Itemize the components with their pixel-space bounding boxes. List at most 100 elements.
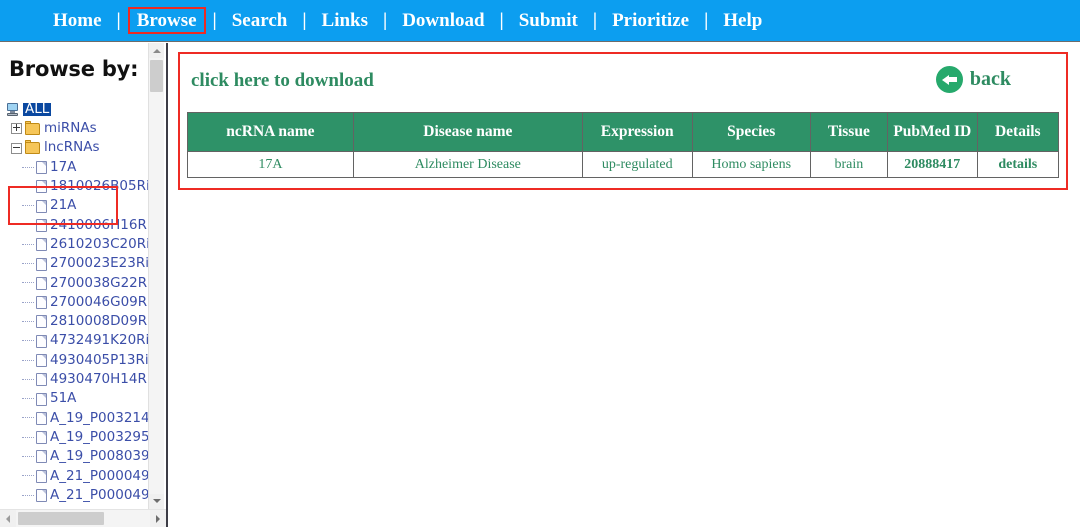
- main-navigation-bar: Home | Browse | Search | Links | Download | Submit…: [0, 0, 1080, 42]
- folder-icon: [25, 120, 40, 135]
- tree-item-51a[interactable]: 51A: [0, 389, 150, 408]
- vertical-scroll-thumb[interactable]: [150, 60, 163, 92]
- tree-connector-line: [22, 455, 34, 458]
- file-icon: [36, 392, 47, 406]
- results-table: ncRNA name Disease name Expression Species T…: [187, 112, 1060, 178]
- tree-connector-line: [22, 398, 34, 400]
- tree-connector-line: [22, 436, 34, 439]
- tree-connector-line: [22, 494, 34, 497]
- tree-item-label: 2700038G22Rik: [50, 274, 150, 291]
- nav-item-links[interactable]: Links: [313, 8, 377, 33]
- file-icon: [36, 373, 47, 387]
- file-icon: [36, 411, 47, 425]
- sidebar-horizontal-scrollbar[interactable]: [0, 509, 166, 527]
- download-link[interactable]: click here to download: [191, 70, 374, 92]
- tree-item-label: A_21_P0000497: [50, 486, 150, 503]
- nav-item-download[interactable]: Download: [393, 8, 493, 33]
- result-panel: click here to download back ncRNA name Di…: [178, 52, 1068, 190]
- table-body: 17A Alzheimer Disease up-regulated Homo sap…: [187, 151, 1060, 178]
- tree-connector-line: [22, 301, 34, 304]
- tree-item-label: 2810008D09Rik: [50, 313, 150, 330]
- page-title: Browse by:: [9, 57, 139, 81]
- file-icon: [36, 257, 47, 271]
- tree-item-a_19_p00803960[interactable]: A_19_P00803960: [0, 447, 150, 466]
- tree-item-label: 4930405P13Rik: [50, 351, 150, 368]
- tree-item-1810026b05rik[interactable]: 1810026B05Rik: [0, 177, 150, 196]
- tree-connector-line: [22, 320, 34, 323]
- file-icon: [36, 238, 47, 252]
- file-icon: [36, 161, 47, 175]
- tree-connector-line: [22, 205, 34, 207]
- tree-item-21a[interactable]: 21A: [0, 196, 150, 215]
- file-icon: [36, 296, 47, 310]
- tree-item-17a[interactable]: 17A: [0, 158, 150, 177]
- back-button[interactable]: back: [935, 66, 1011, 93]
- cell-pubmed-id[interactable]: 20888417: [887, 151, 978, 178]
- cell-ncrna-name: 17A: [187, 151, 354, 178]
- main-content-area: click here to download back ncRNA name Di…: [170, 43, 1080, 527]
- tree-item-mirnas[interactable]: miRNAs: [0, 119, 150, 138]
- tree-item-label: 2610203C20Rik: [50, 235, 150, 252]
- scroll-right-arrow-icon[interactable]: [150, 510, 166, 527]
- collapse-icon[interactable]: [11, 142, 22, 154]
- folder-icon: [25, 140, 40, 155]
- tree-item-2610203c20rik[interactable]: 2610203C20Rik: [0, 235, 150, 254]
- tree-connector-line: [22, 282, 34, 284]
- tree-item-2700046g09rik[interactable]: 2700046G09Rik: [0, 293, 150, 312]
- file-icon: [36, 354, 47, 367]
- nav-separator: |: [116, 9, 121, 31]
- expand-icon[interactable]: [11, 123, 22, 135]
- tree-item-label: 2700046G09Rik: [50, 293, 150, 310]
- tree-item-label: 51A: [50, 390, 77, 407]
- tree-item-4930470h14rik[interactable]: 4930470H14Rik: [0, 370, 150, 389]
- scroll-down-arrow-icon[interactable]: [149, 494, 164, 509]
- sidebar-vertical-scrollbar[interactable]: [148, 43, 164, 509]
- file-icon: [36, 334, 47, 348]
- nav-separator: |: [499, 9, 504, 31]
- computer-icon: [6, 103, 20, 117]
- nav-item-help[interactable]: Help: [714, 8, 771, 33]
- column-header: ncRNA name: [187, 112, 354, 152]
- tree-item-label: A_19_P00329564: [50, 428, 150, 445]
- nav-item-browse[interactable]: Browse: [127, 7, 206, 34]
- cell-species: Homo sapiens: [691, 151, 811, 178]
- tree-item-label: miRNAs: [44, 120, 97, 137]
- tree-item-2700023e23rik[interactable]: 2700023E23Rik: [0, 254, 150, 273]
- tree-item-2700038g22rik[interactable]: 2700038G22Rik: [0, 274, 150, 293]
- scroll-left-arrow-icon[interactable]: [0, 510, 16, 527]
- nav-item-search[interactable]: Search: [223, 8, 297, 33]
- file-icon: [36, 180, 47, 194]
- tree-item-label: 2700023E23Rik: [50, 255, 150, 272]
- tree-item-label: 1810026B05Rik: [50, 178, 150, 195]
- horizontal-scroll-thumb[interactable]: [18, 512, 104, 525]
- tree-item-label: A_21_P0000496: [50, 467, 150, 484]
- nav-item-home[interactable]: Home: [44, 8, 111, 33]
- file-icon: [36, 276, 47, 290]
- nav-item-prioritize[interactable]: Prioritize: [603, 8, 698, 33]
- cell-disease-name: Alzheimer Disease: [352, 151, 583, 178]
- tree-item-lncrnas[interactable]: lncRNAs: [0, 139, 150, 158]
- table-row: 17A Alzheimer Disease up-regulated Homo sap…: [187, 151, 1060, 178]
- tree-item-label: 2410006H16Rik: [50, 216, 150, 233]
- file-icon: [36, 218, 47, 232]
- file-icon: [36, 199, 47, 213]
- tree-item-a_19_p00329564[interactable]: A_19_P00329564: [0, 428, 150, 447]
- nav-item-submit[interactable]: Submit: [510, 8, 587, 33]
- tree-item-label: A_19_P00803960: [50, 448, 150, 465]
- tree-item-label: 4732491K20Rik: [50, 332, 150, 349]
- file-icon: [36, 431, 47, 445]
- tree-item-4732491k20rik[interactable]: 4732491K20Rik: [0, 332, 150, 351]
- tree-item-a_21_p0000496[interactable]: A_21_P0000496: [0, 467, 150, 486]
- tree-item-all[interactable]: ALL: [0, 100, 150, 119]
- nav-separator: |: [383, 9, 388, 31]
- tree-item-4930405p13rik[interactable]: 4930405P13Rik: [0, 351, 150, 370]
- tree-item-a_21_p0000497[interactable]: A_21_P0000497: [0, 486, 150, 505]
- tree-item-2410006h16rik[interactable]: 2410006H16Rik: [0, 216, 150, 235]
- scroll-up-arrow-icon[interactable]: [149, 43, 164, 58]
- tree-item-a_19_p00321478[interactable]: A_19_P00321478: [0, 409, 150, 428]
- tree-connector-line: [22, 359, 34, 362]
- cell-details[interactable]: details: [976, 151, 1060, 178]
- tree-connector-line: [22, 475, 34, 477]
- cell-tissue: brain: [809, 151, 889, 178]
- tree-item-2810008d09rik[interactable]: 2810008D09Rik: [0, 312, 150, 331]
